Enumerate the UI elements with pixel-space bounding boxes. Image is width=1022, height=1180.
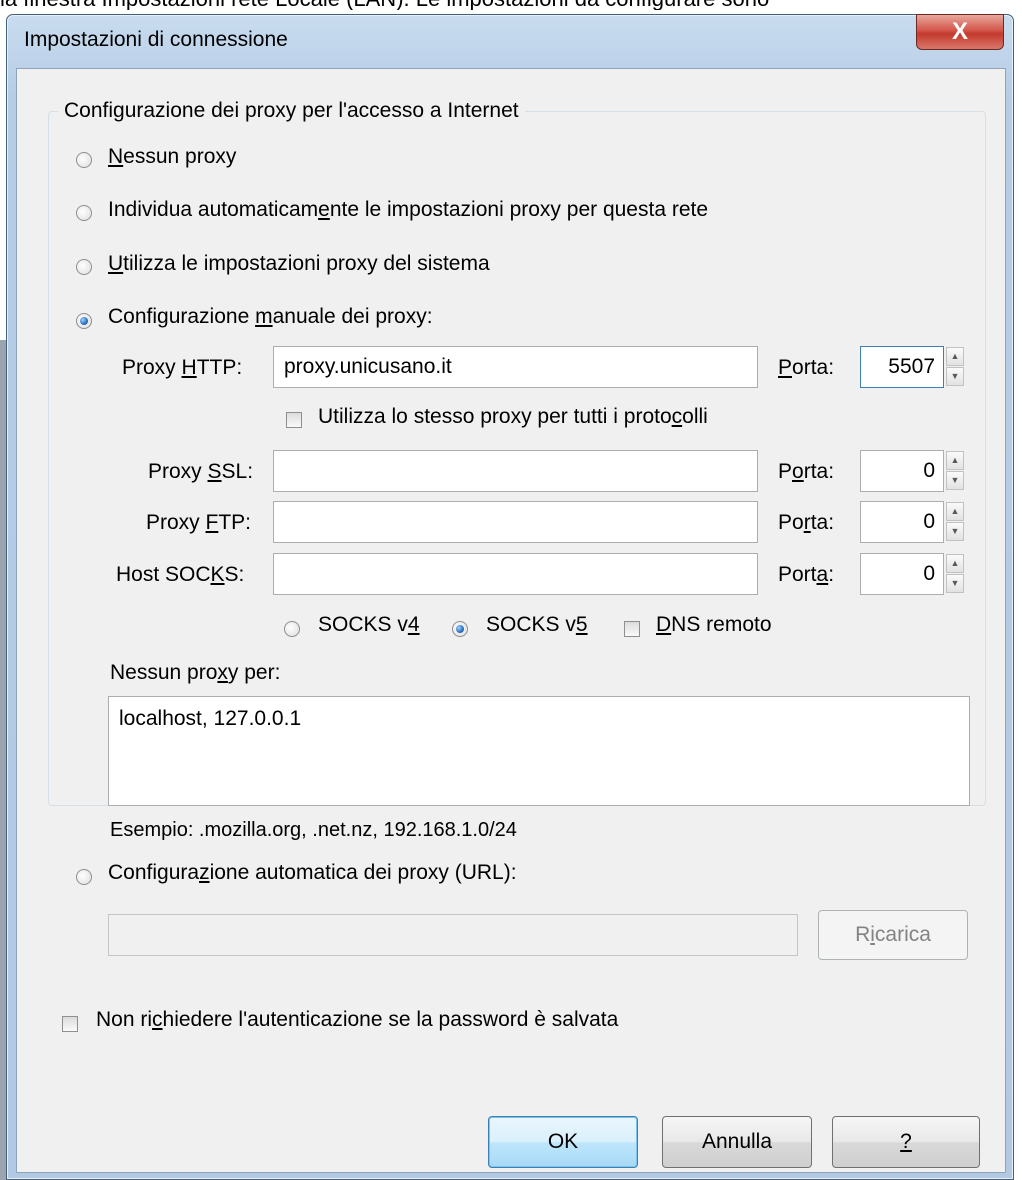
help-button[interactable]: ? <box>832 1116 980 1168</box>
label-remote-dns[interactable]: DNS remoto <box>656 613 772 637</box>
no-proxy-for-textarea[interactable]: localhost, 127.0.0.1 <box>108 696 970 806</box>
label-ssl-port: Porta: <box>778 460 835 483</box>
spin-up-icon[interactable]: ▲ <box>946 502 964 521</box>
http-port-input[interactable]: 5507 <box>860 346 944 388</box>
label-manual-proxy[interactable]: Configurazione manuale dei proxy: <box>108 305 433 329</box>
ssl-port-input[interactable]: 0 <box>860 450 944 492</box>
socks-port-spinner[interactable]: ▲ ▼ <box>946 554 964 594</box>
ok-button[interactable]: OK <box>488 1116 638 1168</box>
label-ftp-port: Porta: <box>778 511 835 534</box>
label-auto-proxy-url[interactable]: Configurazione automatica dei proxy (URL… <box>108 861 517 885</box>
spin-down-icon[interactable]: ▼ <box>946 574 964 593</box>
label-no-proxy[interactable]: Nessun proxy <box>108 145 236 169</box>
label-auto-detect[interactable]: Individua automaticamente le impostazion… <box>108 198 708 222</box>
socks-port-input[interactable]: 0 <box>860 553 944 595</box>
close-icon: X <box>951 18 968 45</box>
cancel-button[interactable]: Annulla <box>662 1116 812 1168</box>
label-socks-v4[interactable]: SOCKS v4 <box>318 613 420 637</box>
spin-up-icon[interactable]: ▲ <box>946 554 964 573</box>
spin-down-icon[interactable]: ▼ <box>946 522 964 541</box>
spin-up-icon[interactable]: ▲ <box>946 451 964 470</box>
close-button[interactable]: X <box>916 14 1004 50</box>
spin-down-icon[interactable]: ▼ <box>946 367 964 386</box>
label-ssl-proxy: Proxy SSL: <box>148 460 254 483</box>
checkbox-remote-dns[interactable] <box>624 621 640 637</box>
label-no-auth-prompt[interactable]: Non richiedere l'autenticazione se la pa… <box>96 1008 618 1032</box>
ssl-port-spinner[interactable]: ▲ ▼ <box>946 451 964 491</box>
radio-socks-v4[interactable] <box>284 621 300 637</box>
label-http-port: Porta: <box>778 356 835 379</box>
label-no-proxy-for: Nessun proxy per: <box>110 661 281 684</box>
label-http-proxy: Proxy HTTP: <box>122 356 243 379</box>
socks-host-input[interactable] <box>273 553 758 595</box>
spin-up-icon[interactable]: ▲ <box>946 347 964 366</box>
radio-socks-v5[interactable] <box>452 621 468 637</box>
ssl-proxy-input[interactable] <box>273 450 758 492</box>
radio-no-proxy[interactable] <box>76 152 92 168</box>
checkbox-same-proxy[interactable] <box>286 412 302 428</box>
radio-auto-proxy-url[interactable] <box>76 869 92 885</box>
reload-button[interactable]: Ri carica <box>818 910 968 960</box>
window-title: Impostazioni di connessione <box>24 28 288 51</box>
http-proxy-input[interactable]: proxy.unicusano.it <box>273 346 758 388</box>
spin-down-icon[interactable]: ▼ <box>946 471 964 490</box>
radio-system-proxy[interactable] <box>76 259 92 275</box>
ftp-port-input[interactable]: 0 <box>860 501 944 543</box>
label-socks-v5[interactable]: SOCKS v5 <box>486 613 588 637</box>
ftp-proxy-input[interactable] <box>273 501 758 543</box>
http-port-spinner[interactable]: ▲ ▼ <box>946 347 964 387</box>
groupbox-legend: Configurazione dei proxy per l'accesso a… <box>58 99 525 123</box>
label-same-proxy[interactable]: Utilizza lo stesso proxy per tutti i pro… <box>318 405 708 429</box>
radio-manual-proxy[interactable] <box>76 313 92 329</box>
label-system-proxy[interactable]: Utilizza le impostazioni proxy del siste… <box>108 252 490 276</box>
no-proxy-example: Esempio: .mozilla.org, .net.nz, 192.168.… <box>110 819 517 841</box>
background-caption: la finestra Impostazioni rete Locale (LA… <box>0 0 1022 10</box>
checkbox-no-auth-prompt[interactable] <box>62 1016 78 1032</box>
label-socks-host: Host SOCKS: <box>116 563 245 586</box>
label-ftp-proxy: Proxy FTP: <box>146 511 252 534</box>
auto-proxy-url-input[interactable] <box>108 914 798 956</box>
label-socks-port: Porta: <box>778 563 835 586</box>
radio-auto-detect[interactable] <box>76 205 92 221</box>
ftp-port-spinner[interactable]: ▲ ▼ <box>946 502 964 542</box>
